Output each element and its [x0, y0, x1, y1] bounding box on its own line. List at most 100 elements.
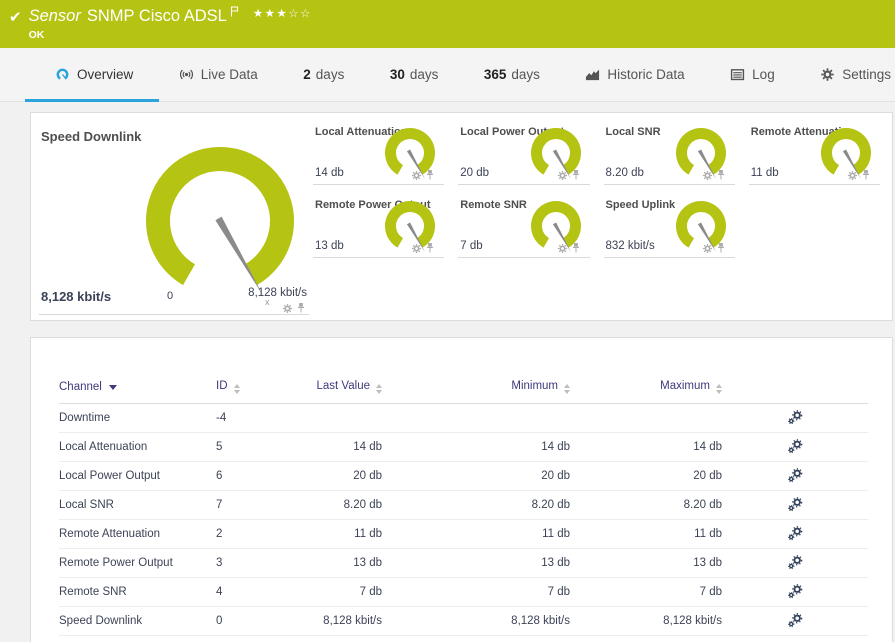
gauge-tile-local-snr[interactable]: Local SNR 8.20 db [603, 125, 735, 185]
table-row-local-power-output: Local Power Output 6 20 db 20 db 20 db [59, 461, 868, 491]
column-header-id[interactable]: ID [216, 374, 304, 404]
tab-label: Log [752, 67, 775, 82]
cell-maximum [570, 403, 722, 433]
cell-minimum: 13 db [382, 548, 570, 578]
cell-channel[interactable]: Remote Attenuation [59, 519, 216, 549]
cell-channel[interactable]: Local Attenuation [59, 432, 216, 462]
column-header-last-value[interactable]: Last Value [304, 374, 382, 404]
gauge-tile-local-attenuation[interactable]: Local Attenuation 14 db [313, 125, 445, 185]
channel-settings-gears-icon[interactable] [788, 439, 803, 454]
gauge-value: 8,128 kbit/s [41, 289, 112, 304]
column-header-tools [722, 374, 868, 404]
table-row-remote-power-output: Remote Power Output 3 13 db 13 db 13 db [59, 548, 868, 578]
cell-channel[interactable]: Speed Uplink [59, 635, 216, 642]
cell-channel[interactable]: Downtime [59, 403, 216, 433]
gear-icon[interactable] [411, 243, 422, 254]
pin-icon[interactable] [572, 242, 580, 254]
gauge-tile-local-power-output[interactable]: Local Power Output 20 db [458, 125, 590, 185]
channel-settings-gears-icon[interactable] [788, 526, 803, 541]
gear-icon[interactable] [557, 170, 568, 181]
pin-icon[interactable] [426, 169, 434, 181]
pin-icon[interactable] [862, 169, 870, 181]
tab-historic-data[interactable]: Historic Data [585, 48, 685, 101]
gear-icon[interactable] [847, 170, 858, 181]
gear-icon[interactable] [702, 243, 713, 254]
table-row-downtime: Downtime -4 [59, 403, 868, 433]
tab-label: days [315, 67, 345, 82]
sensor-name: SNMP Cisco ADSL [86, 7, 227, 25]
gear-icon[interactable] [702, 170, 713, 181]
cell-id: 3 [216, 548, 304, 578]
cell-minimum: 14 db [382, 432, 570, 462]
cell-channel[interactable]: Remote SNR [59, 577, 216, 607]
cell-last-value: 7 db [304, 577, 382, 607]
gauge-tile-speed-downlink[interactable]: Speed Downlink x 0 8,128 kbit/s 8,128 kb… [39, 117, 309, 315]
gear-icon[interactable] [282, 303, 293, 314]
tab-label: days [409, 67, 439, 82]
gauge-tile-speed-uplink[interactable]: Speed Uplink 832 kbit/s [603, 198, 735, 258]
cell-channel[interactable]: Local Power Output [59, 461, 216, 491]
gauge-label: Local SNR [605, 126, 661, 138]
icon-live [179, 67, 194, 82]
column-header-channel[interactable]: Channel [59, 374, 216, 404]
gauge-tile-remote-power-output[interactable]: Remote Power Output 13 db [313, 198, 445, 258]
ok-check-icon: ✔ [9, 9, 22, 26]
tab-log[interactable]: Log [730, 48, 775, 101]
sensor-title-prefix: Sensor [28, 7, 81, 25]
column-header-minimum[interactable]: Minimum [382, 374, 570, 404]
cell-channel[interactable]: Local SNR [59, 490, 216, 520]
channel-settings-gears-icon[interactable] [788, 584, 803, 599]
icon-gear [820, 67, 835, 82]
cell-channel[interactable]: Remote Power Output [59, 548, 216, 578]
cell-id: 0 [216, 606, 304, 636]
cell-id: 1 [216, 635, 304, 642]
cell-last-value: 14 db [304, 432, 382, 462]
cell-minimum: 11 db [382, 519, 570, 549]
gauge-tile-remote-snr[interactable]: Remote SNR 7 db [458, 198, 590, 258]
table-row-speed-uplink: Speed Uplink1832 kbit/s832 kbit/s832 kbi… [59, 635, 868, 642]
tab-30-days[interactable]: 30 days [390, 48, 439, 101]
channel-settings-gears-icon[interactable] [788, 410, 803, 425]
prtg-sensor-page: ✔ Sensor SNMP Cisco ADSL ★★★☆☆ OK Overvi… [0, 0, 895, 642]
pin-icon[interactable] [572, 169, 580, 181]
pin-icon[interactable] [717, 169, 725, 181]
cell-minimum: 8,128 kbit/s [382, 606, 570, 636]
tab-bar: Overview Live Data 2 days 30 days 365 days Histo… [0, 48, 895, 102]
priority-stars[interactable]: ★★★☆☆ [253, 8, 312, 21]
sensor-title: Sensor SNMP Cisco ADSL ★★★☆☆ [28, 6, 312, 25]
cell-maximum: 7 db [570, 577, 722, 607]
gauge-value: 20 db [460, 167, 490, 179]
tab-overview[interactable]: Overview [24, 48, 160, 102]
icon-chart [585, 67, 600, 82]
channel-settings-gears-icon[interactable] [788, 555, 803, 570]
cell-maximum: 13 db [570, 548, 722, 578]
cell-channel[interactable]: Speed Downlink [59, 606, 216, 636]
pin-icon[interactable] [426, 242, 434, 254]
tab-settings[interactable]: Settings [820, 48, 891, 101]
cell-last-value: 20 db [304, 461, 382, 491]
tab-live-data[interactable]: Live Data [179, 48, 258, 101]
channels-table: Channel ID Last Value Minimum Maximum Downti… [59, 374, 868, 642]
cell-id: 7 [216, 490, 304, 520]
cell-id: 4 [216, 577, 304, 607]
channel-settings-gears-icon[interactable] [788, 468, 803, 483]
tab-2-days[interactable]: 2 days [303, 48, 344, 101]
channel-settings-gears-icon[interactable] [788, 497, 803, 512]
tab-number: 2 [303, 67, 311, 82]
gauge-scale-min: 0 [167, 290, 174, 302]
sort-icon [716, 384, 722, 394]
pin-icon[interactable] [297, 302, 305, 314]
cell-maximum: 832 kbit/s [570, 635, 722, 642]
cell-maximum: 8.20 db [570, 490, 722, 520]
sort-icon [233, 384, 240, 394]
tab-365-days[interactable]: 365 days [484, 48, 540, 101]
sensor-header: ✔ Sensor SNMP Cisco ADSL ★★★☆☆ OK [0, 0, 895, 48]
column-header-maximum[interactable]: Maximum [570, 374, 722, 404]
gear-icon[interactable] [411, 170, 422, 181]
gauge-tile-remote-attenuation[interactable]: Remote Attenuation 11 db [748, 125, 880, 185]
cell-minimum: 7 db [382, 577, 570, 607]
gear-icon[interactable] [557, 243, 568, 254]
pin-icon[interactable] [717, 242, 725, 254]
table-row-remote-snr: Remote SNR 4 7 db 7 db 7 db [59, 577, 868, 607]
channel-settings-gears-icon[interactable] [788, 613, 803, 628]
